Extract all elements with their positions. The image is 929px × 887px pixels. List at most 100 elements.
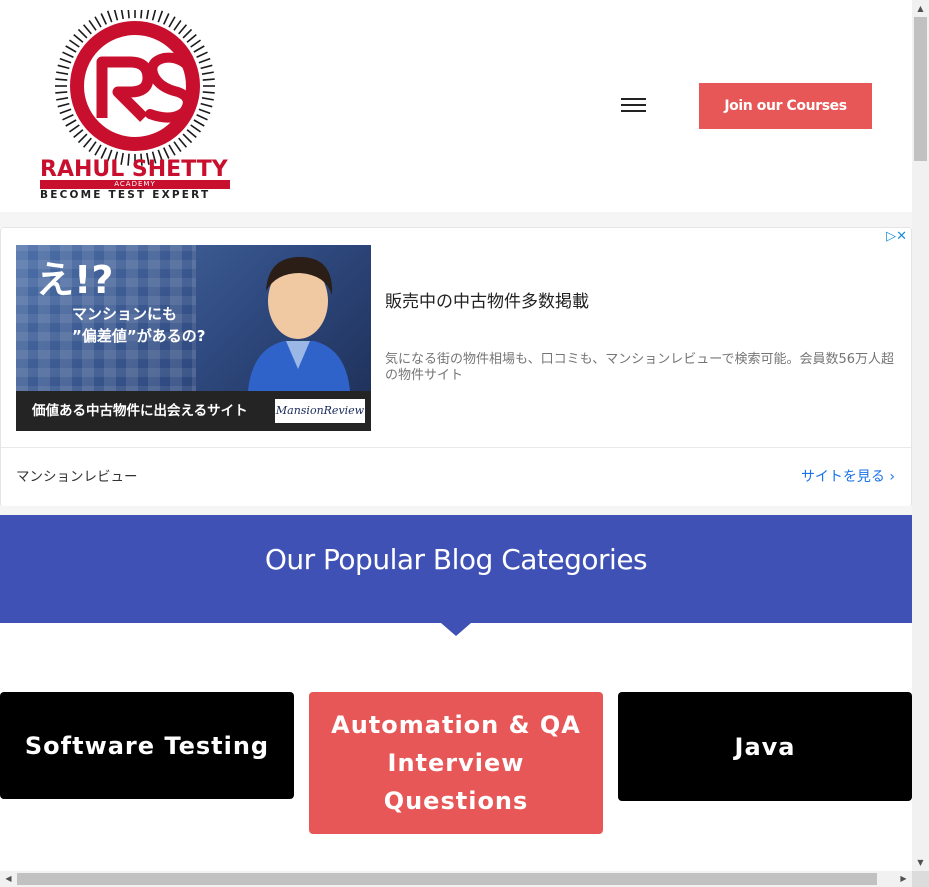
logo-tick <box>163 13 170 25</box>
logo-tick <box>65 45 77 53</box>
logo-tick <box>55 91 68 94</box>
logo-tick <box>69 124 80 133</box>
logo-tick <box>88 141 97 152</box>
logo-tick <box>190 124 201 133</box>
logo-tick <box>198 57 211 64</box>
logo-tick <box>202 91 215 94</box>
category-java[interactable]: Java <box>618 692 912 801</box>
logo-tick <box>57 102 70 108</box>
logo-academy-band: ACADEMY <box>40 180 230 189</box>
logo-tick <box>178 137 188 148</box>
logo-tick <box>120 10 124 20</box>
logo-tick <box>201 97 214 101</box>
logo-tick <box>200 102 213 108</box>
logo-tick <box>186 33 197 43</box>
site-header: RAHUL SHETTY ACADEMY BECOME TEST EXPERT … <box>0 0 912 212</box>
logo-tick <box>113 10 119 21</box>
logo-tick <box>168 144 176 156</box>
logo-tick <box>77 133 88 144</box>
horizontal-scrollbar[interactable]: ◀ ▶ <box>0 871 912 887</box>
logo-tick <box>73 33 84 43</box>
logo-tick <box>62 51 74 58</box>
ad-headline[interactable]: 販売中の中古物件多数掲載 <box>385 290 589 314</box>
category-label: Software Testing <box>24 731 270 760</box>
scroll-up-icon[interactable]: ▲ <box>912 0 929 17</box>
logo-title: RAHUL SHETTY <box>40 157 228 182</box>
logo-tick <box>57 64 70 70</box>
logo-tagline: BECOME TEST EXPERT <box>40 189 211 201</box>
logo-tick <box>193 45 205 53</box>
logo-tick <box>196 51 208 58</box>
scrollbar-corner <box>912 871 929 887</box>
logo-tick <box>65 119 77 127</box>
logo-tick <box>182 133 193 144</box>
ad-image-exclaim: え!? <box>36 258 114 302</box>
logo-tick <box>201 71 214 75</box>
blog-categories-title: Our Popular Blog Categories <box>264 543 648 576</box>
category-automation-qa[interactable]: Automation & QA Interview Questions <box>309 692 603 834</box>
blog-categories-banner: Our Popular Blog Categories <box>0 515 912 623</box>
ad-spacer-top <box>0 212 912 227</box>
logo-tick <box>59 108 72 115</box>
logo-tick <box>157 10 164 23</box>
scroll-right-icon[interactable]: ▶ <box>895 871 912 887</box>
ad-image-subtext-line2: ”偏差値”があるの? <box>72 327 206 345</box>
category-software-testing[interactable]: Software Testing <box>0 692 294 799</box>
logo-tick <box>140 10 143 19</box>
ad-visit-site-link[interactable]: サイトを見る › <box>801 467 895 487</box>
ad-image-subtext: マンションにも ”偏差値”があるの? <box>72 303 205 347</box>
logo-tick <box>198 108 211 115</box>
logo-tick <box>173 20 182 31</box>
logo-tick <box>186 129 197 139</box>
logo-tick <box>173 141 182 152</box>
logo-tick <box>62 114 74 121</box>
ad-choices-icon[interactable]: ▷✕ <box>886 230 907 244</box>
logo-tick <box>73 129 84 139</box>
logo-tick <box>200 64 213 70</box>
hamburger-line <box>621 110 646 112</box>
ad-divider <box>1 447 911 448</box>
ad-unit[interactable]: ▷✕ え!? マンションにも ”偏差値”があるの? 価値ある中古物件に出会えるサ… <box>0 227 912 507</box>
hamburger-icon[interactable] <box>621 97 646 115</box>
logo-tick <box>82 137 92 148</box>
join-courses-button[interactable]: Join our Courses <box>699 83 872 129</box>
person-illustration-icon <box>248 257 350 391</box>
logo-tick <box>100 13 107 25</box>
logo-tick <box>55 78 68 81</box>
logo-tick <box>202 78 215 81</box>
vertical-scroll-thumb[interactable] <box>914 17 927 161</box>
logo-tick <box>94 16 102 28</box>
scroll-left-icon[interactable]: ◀ <box>0 871 17 887</box>
logo-tick <box>88 20 97 31</box>
logo-tick <box>69 39 80 48</box>
logo-tick <box>59 57 72 64</box>
ad-advertiser-name[interactable]: マンションレビュー <box>16 467 138 487</box>
logo-tick <box>151 10 157 21</box>
category-label: Automation & QA Interview Questions <box>331 711 581 815</box>
banner-pointer-icon <box>441 623 471 636</box>
hamburger-line <box>621 104 646 106</box>
logo-tick <box>168 16 176 28</box>
category-label: Java <box>734 732 796 761</box>
ad-image-footer-text: 価値ある中古物件に出会えるサイト <box>32 403 248 419</box>
logo-tick <box>77 28 88 39</box>
logo-tick <box>127 10 130 19</box>
ad-image[interactable]: え!? マンションにも ”偏差値”があるの? 価値ある中古物件に出会えるサイト … <box>16 245 371 431</box>
ad-description: 気になる街の物件相場も、口コミも、マンションレビューで検索可能。会員数56万人超… <box>385 352 894 383</box>
hamburger-line <box>621 98 646 100</box>
logo-tick <box>193 119 205 127</box>
scroll-down-icon[interactable]: ▼ <box>912 854 929 871</box>
ad-brand-logo: MansionReview <box>275 399 365 423</box>
logo-tick <box>178 24 188 35</box>
logo-tick <box>182 28 193 39</box>
ad-image-subtext-line1: マンションにも <box>72 305 178 323</box>
logo-tick <box>190 39 201 48</box>
logo-tick <box>196 114 208 121</box>
ad-spacer-bottom <box>0 506 912 515</box>
page: RAHUL SHETTY ACADEMY BECOME TEST EXPERT … <box>0 0 912 871</box>
logo-tick <box>106 10 113 23</box>
vertical-scrollbar[interactable]: ▲ ▼ <box>912 0 929 871</box>
logo-tick <box>56 71 69 75</box>
ad-image-footer: 価値ある中古物件に出会えるサイト MansionReview <box>16 391 371 431</box>
horizontal-scroll-thumb[interactable] <box>17 873 877 885</box>
